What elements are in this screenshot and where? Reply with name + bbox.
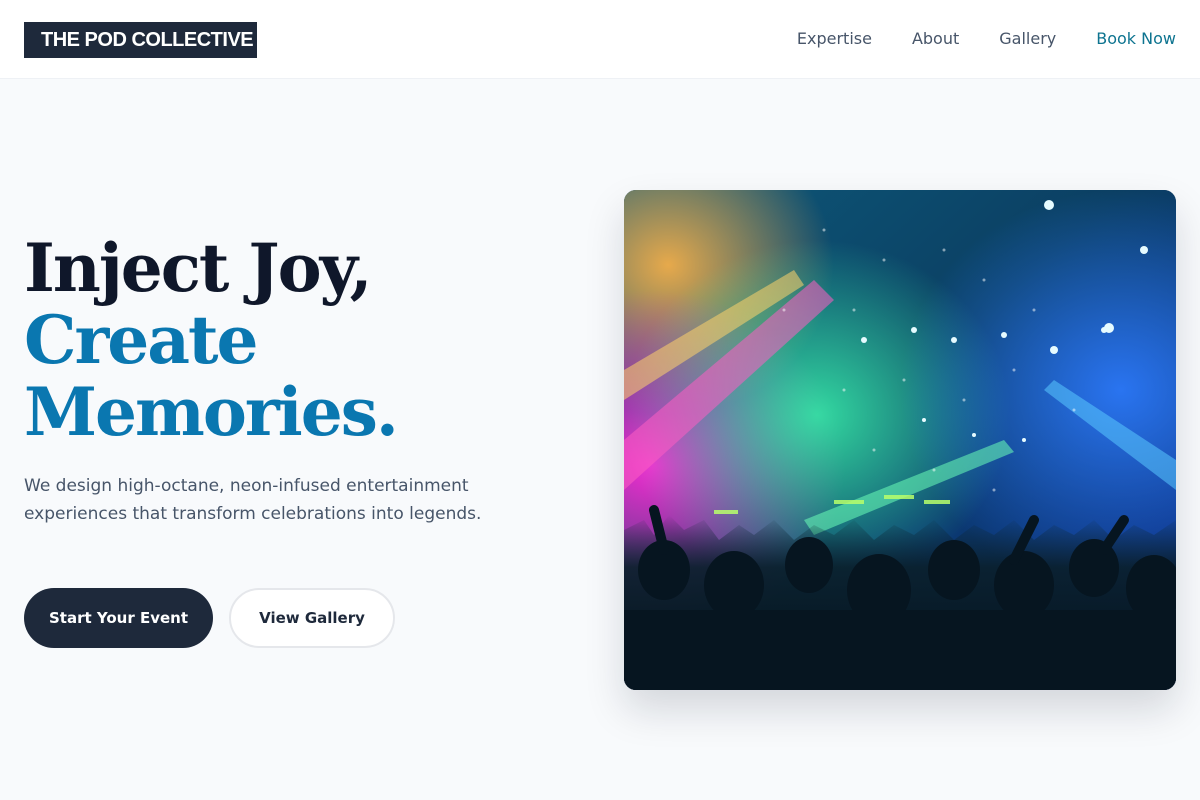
site-header: THE POD COLLECTIVE Expertise About Galle…	[0, 0, 1200, 79]
site-logo[interactable]: THE POD COLLECTIVE	[24, 22, 257, 58]
hero-image	[624, 190, 1176, 690]
nav-link-about[interactable]: About	[912, 28, 959, 50]
start-event-button[interactable]: Start Your Event	[24, 588, 213, 648]
nav-link-gallery[interactable]: Gallery	[999, 28, 1056, 50]
hero-subtitle: We design high-octane, neon-infused ente…	[24, 476, 482, 524]
nav-link-expertise[interactable]: Expertise	[797, 28, 872, 50]
headline-line-2: Create	[24, 301, 259, 379]
nav-link-book-now[interactable]: Book Now	[1096, 28, 1176, 50]
view-gallery-button[interactable]: View Gallery	[229, 588, 395, 648]
headline-line-1: Inject Joy,	[24, 229, 373, 307]
headline-line-3: Memories.	[24, 373, 399, 451]
main-nav: Expertise About Gallery Book Now	[797, 28, 1176, 50]
hero-headline: Inject Joy, Create Memories.	[24, 229, 399, 451]
